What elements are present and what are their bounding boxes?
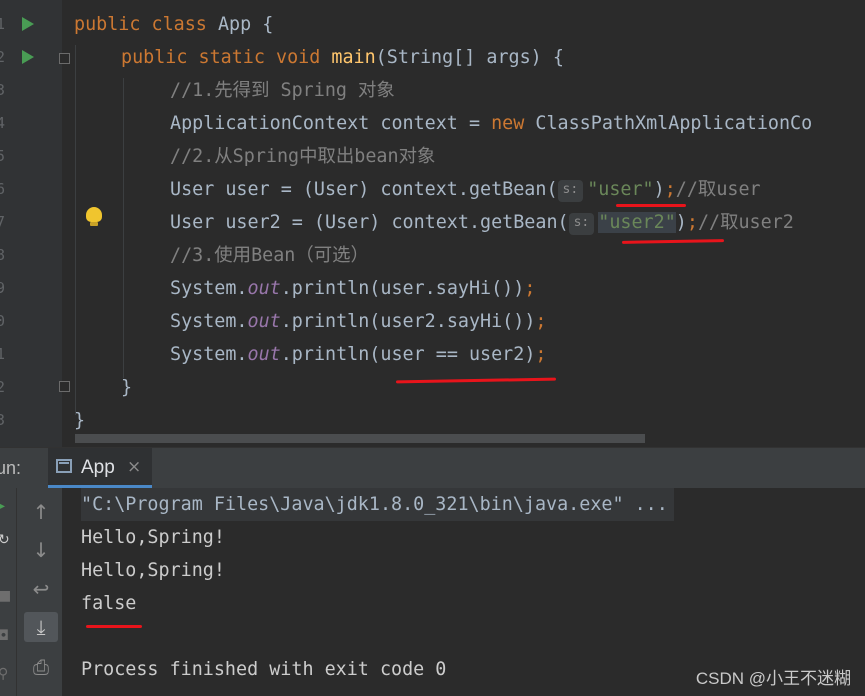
horizontal-scrollbar[interactable] <box>75 434 645 443</box>
param-hint: s: <box>557 180 584 202</box>
line-number: 3 <box>0 411 6 429</box>
red-underline-annotation <box>621 239 725 244</box>
tab-app-label: App <box>81 457 115 478</box>
line-number: 4 <box>0 114 6 132</box>
watermark: CSDN @小王不迷糊 <box>695 669 851 688</box>
line-number: 5 <box>0 147 6 165</box>
fold-marker-icon[interactable] <box>59 53 70 64</box>
code-line-4: ApplicationContext context = new ClassPa… <box>170 113 813 134</box>
run-main-icon[interactable] <box>22 50 34 64</box>
line-number: 0 <box>0 312 6 330</box>
line-number: 1 <box>0 15 6 33</box>
rerun-icon[interactable]: ▸ <box>0 498 5 514</box>
code-line-10: System.out.println(user2.sayHi()); <box>170 311 547 332</box>
red-underline-annotation <box>616 204 686 207</box>
line-number: 7 <box>0 213 6 231</box>
code-line-13: } <box>74 410 86 431</box>
run-class-icon[interactable] <box>22 17 34 31</box>
run-tool-window-header: un: App × <box>0 447 865 488</box>
close-icon[interactable]: × <box>127 457 141 477</box>
soft-wrap-icon[interactable]: ↩ <box>24 574 58 604</box>
line-number: 6 <box>0 180 6 198</box>
line-number: 9 <box>0 279 6 297</box>
indent-guide <box>123 78 124 378</box>
code-line-2: public static void main(String[] args) { <box>121 47 564 68</box>
console-line: Hello,Spring! <box>81 527 225 548</box>
fold-marker-icon[interactable] <box>59 381 70 392</box>
line-number: 2 <box>0 378 6 396</box>
restart-icon[interactable]: ↻ <box>0 532 10 548</box>
code-line-6: User user = (User) context.getBean(s: "us… <box>170 179 761 202</box>
code-editor[interactable]: 1 2 3 4 5 6 7 8 9 0 1 2 3 public class A… <box>0 0 865 447</box>
code-line-1: public class App { <box>74 14 274 35</box>
camera-icon[interactable]: ◘ <box>0 628 9 644</box>
code-line-9: System.out.println(user.sayHi()); <box>170 278 536 299</box>
console-line: Hello,Spring! <box>81 560 225 581</box>
line-number: 1 <box>0 345 6 363</box>
param-hint: s: <box>568 213 595 235</box>
arrow-up-icon[interactable]: ↑ <box>24 497 58 527</box>
scroll-to-end-icon[interactable]: ⤓ <box>24 612 58 642</box>
console-icon <box>56 459 72 473</box>
console-line: false <box>81 593 137 614</box>
line-number: 8 <box>0 246 6 264</box>
run-left-strip: ▸ ↻ ■ ◘ ⚲ <box>0 488 16 696</box>
print-icon[interactable]: ⎙ <box>24 652 58 682</box>
arrow-down-icon[interactable]: ↓ <box>24 535 58 565</box>
pin-icon[interactable]: ⚲ <box>0 666 8 682</box>
code-line-3: //1.先得到 Spring 对象 <box>170 80 395 101</box>
stop-icon[interactable]: ■ <box>0 588 11 604</box>
code-line-11: System.out.println(user == user2); <box>170 344 547 365</box>
line-number: 3 <box>0 81 6 99</box>
editor-gutter: 1 2 3 4 5 6 7 8 9 0 1 2 3 <box>0 0 62 447</box>
line-number: 2 <box>0 48 6 66</box>
indent-guide <box>75 45 76 415</box>
console-line: Process finished with exit code 0 <box>81 659 447 680</box>
lightbulb-icon[interactable] <box>86 207 102 227</box>
code-line-12: } <box>121 377 133 398</box>
run-label: un: <box>0 458 22 478</box>
red-underline-annotation <box>395 377 557 384</box>
code-line-5: //2.从Spring中取出bean对象 <box>170 146 436 167</box>
code-line-7: User user2 = (User) context.getBean(s: "u… <box>170 212 794 235</box>
console-line: "C:\Program Files\Java\jdk1.8.0_321\bin\… <box>81 488 674 521</box>
code-line-8: //3.使用Bean（可选） <box>170 245 369 266</box>
red-underline-annotation <box>86 625 142 628</box>
